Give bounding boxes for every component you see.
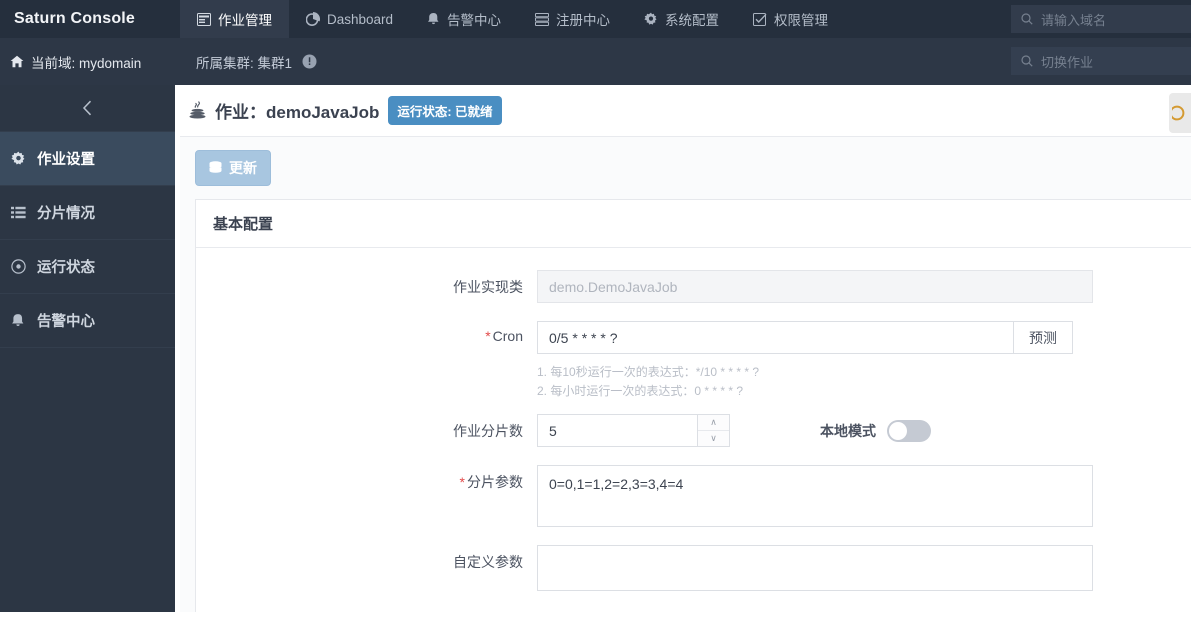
- shard-params-textarea[interactable]: [537, 465, 1093, 527]
- cron-label: * Cron: [196, 321, 537, 344]
- comment-icon: [1172, 105, 1188, 121]
- database-icon: [209, 161, 222, 175]
- job-search-placeholder: 切换作业: [1041, 54, 1094, 70]
- status-badge: 运行状态: 已就绪: [388, 96, 502, 125]
- nav-item-alarm-center[interactable]: 告警中心: [410, 0, 518, 38]
- java-icon: [189, 101, 206, 120]
- required-marker: *: [459, 474, 465, 490]
- shard-count-label: 作业分片数: [453, 423, 523, 439]
- field-row-shard-count: 作业分片数 5 ∧ ∨ 本地模式: [196, 414, 1191, 447]
- breadcrumb: 当前域: mydomain: [0, 38, 180, 85]
- current-domain-label: 当前域: mydomain: [31, 55, 142, 71]
- nav-item-permission-management[interactable]: 权限管理: [736, 0, 845, 38]
- info-circle-icon[interactable]: [302, 54, 317, 69]
- field-row-custom-params: 自定义参数: [196, 545, 1191, 591]
- gear-icon: [10, 151, 26, 166]
- required-marker: *: [485, 328, 491, 344]
- brand-logo: Saturn Console: [14, 10, 136, 27]
- search-icon: [1021, 13, 1033, 25]
- basic-config-panel: 基本配置 作业实现类 demo.DemoJavaJob * Cron 0/5 * …: [195, 199, 1191, 612]
- home-icon[interactable]: [10, 55, 24, 68]
- nav-item-system-config[interactable]: 系统配置: [627, 0, 736, 38]
- sidebar-item-run-status[interactable]: 运行状态: [0, 240, 175, 294]
- update-button-label: 更新: [229, 160, 257, 176]
- field-row-cron: * Cron 0/5 * * * * ? 预测: [196, 321, 1191, 354]
- stepper-buttons: ∧ ∨: [697, 414, 730, 447]
- cron-hints-row: 1. 每10秒运行一次的表达式：*/10 * * * * ? 2. 每小时运行一…: [196, 362, 1191, 400]
- nav-label: Dashboard: [327, 11, 394, 27]
- main-content: 作业：demoJavaJob 运行状态: 已就绪 更新 基本配置 作业实现类 d…: [180, 85, 1191, 612]
- cron-input[interactable]: 0/5 * * * * ?: [537, 321, 1013, 354]
- search-icon: [1021, 55, 1033, 67]
- nav-label: 系统配置: [665, 13, 720, 28]
- top-navigation-bar: Saturn Console 作业管理 Dashboard 告警中心 注册中心: [0, 0, 1191, 38]
- cluster-label: 所属集群: 集群1: [196, 55, 293, 71]
- nav-item-job-management[interactable]: 作业管理: [180, 0, 289, 38]
- nav-label: 告警中心: [447, 13, 502, 28]
- sidebar-item-sharding[interactable]: 分片情况: [0, 186, 175, 240]
- bell-icon: [427, 12, 440, 26]
- update-button[interactable]: 更新: [195, 150, 271, 186]
- domain-search-input[interactable]: 请输入域名: [1011, 5, 1191, 33]
- local-mode-label: 本地模式: [820, 423, 876, 439]
- window-icon: [197, 12, 211, 26]
- gear-icon: [644, 12, 658, 26]
- toggle-knob: [889, 422, 907, 440]
- domain-search-placeholder: 请输入域名: [1041, 12, 1107, 28]
- server-icon: [535, 12, 550, 26]
- chevron-left-icon: [82, 100, 93, 116]
- cron-hint-1: 1. 每10秒运行一次的表达式：*/10 * * * * ?: [537, 365, 760, 379]
- app-root: Saturn Console 作业管理 Dashboard 告警中心 注册中心: [0, 0, 1191, 644]
- sidebar-item-job-settings[interactable]: 作业设置: [0, 132, 175, 186]
- sidebar-item-alarm-center[interactable]: 告警中心: [0, 294, 175, 348]
- nav-label: 注册中心: [556, 13, 611, 28]
- custom-params-label: 自定义参数: [453, 554, 523, 570]
- action-toolbar: 更新: [180, 137, 1191, 199]
- local-mode-control: 本地模式: [820, 414, 931, 442]
- field-row-shard-params: * 分片参数: [196, 465, 1191, 527]
- sidebar-collapse-button[interactable]: [0, 85, 175, 132]
- local-mode-toggle[interactable]: [887, 420, 931, 442]
- list-icon: [10, 206, 26, 219]
- nav-label: 作业管理: [218, 13, 272, 28]
- custom-params-textarea[interactable]: [537, 545, 1093, 591]
- panel-body: 作业实现类 demo.DemoJavaJob * Cron 0/5 * * * *…: [196, 248, 1191, 612]
- sidebar: 作业设置 分片情况 运行状态 告警中心: [0, 85, 175, 612]
- sidebar-item-label: 作业设置: [37, 152, 95, 168]
- nav-item-registry-center[interactable]: 注册中心: [518, 0, 627, 38]
- cron-hint-2: 2. 每小时运行一次的表达式：0 * * * * ?: [537, 384, 744, 398]
- page-title: 作业：demoJavaJob: [215, 103, 380, 122]
- shard-count-input[interactable]: 5: [537, 414, 697, 447]
- cron-input-group: 0/5 * * * * ? 预测: [537, 321, 1073, 354]
- bell-icon: [10, 313, 26, 328]
- impl-class-label: 作业实现类: [453, 279, 523, 295]
- stepper-up-button[interactable]: ∧: [698, 415, 729, 431]
- cron-predict-button[interactable]: 预测: [1013, 321, 1073, 354]
- shard-params-label-text: 分片参数: [467, 474, 523, 490]
- cron-label-text: Cron: [492, 328, 523, 344]
- side-panel-toggle[interactable]: [1169, 93, 1191, 133]
- nav-label: 权限管理: [774, 13, 829, 28]
- sidebar-item-label: 分片情况: [37, 206, 95, 222]
- cron-hints: 1. 每10秒运行一次的表达式：*/10 * * * * ? 2. 每小时运行一…: [537, 362, 759, 400]
- impl-class-input: demo.DemoJavaJob: [537, 270, 1093, 303]
- sidebar-item-label: 告警中心: [37, 314, 95, 330]
- sidebar-item-label: 运行状态: [37, 260, 95, 276]
- hint-spacer: [196, 362, 537, 369]
- field-row-impl-class: 作业实现类 demo.DemoJavaJob: [196, 270, 1191, 303]
- stepper-down-button[interactable]: ∨: [698, 431, 729, 446]
- shard-params-label: * 分片参数: [196, 465, 537, 492]
- bottom-strip: [0, 612, 1191, 644]
- pie-chart-icon: [306, 12, 320, 26]
- job-switch-search-input[interactable]: 切换作业: [1011, 47, 1191, 75]
- shard-count-stepper: 5 ∧ ∨: [537, 414, 730, 447]
- circle-dot-icon: [10, 259, 26, 274]
- breadcrumb-bar: 当前域: mydomain 所属集群: 集群1 切换作业: [0, 38, 1191, 85]
- check-square-icon: [753, 12, 767, 26]
- panel-title: 基本配置: [196, 200, 1191, 248]
- job-header: 作业：demoJavaJob 运行状态: 已就绪: [180, 85, 1191, 137]
- nav-item-dashboard[interactable]: Dashboard: [289, 0, 410, 38]
- cluster-info: 所属集群: 集群1: [180, 52, 317, 72]
